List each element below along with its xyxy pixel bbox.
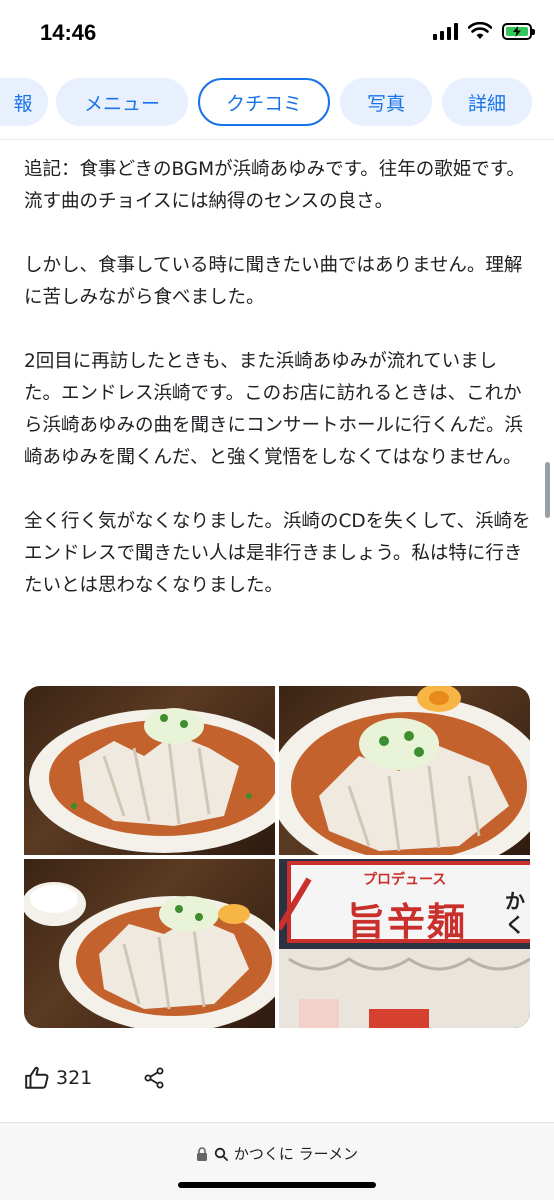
review-photo-ramen-2[interactable] <box>279 686 530 855</box>
storefront-sign-side: かく <box>505 889 525 937</box>
tab-details[interactable]: 詳細 <box>442 78 532 126</box>
review-paragraph: 2回目に再訪したときも、また浜崎あゆみが流れていました。エンドレス浜崎です。この… <box>24 351 523 468</box>
storefront-sign-main: 旨辛麺 <box>347 900 468 944</box>
review-photo-ramen-3[interactable] <box>24 859 275 1028</box>
review-paragraph: 追記：食事どきのBGMが浜崎あゆみです。往年の歌姫です。流す曲のチョイスには納得… <box>24 159 525 212</box>
lock-icon <box>196 1146 207 1161</box>
cellular-signal-icon <box>433 22 458 40</box>
review-photo-ramen-1[interactable] <box>24 686 275 855</box>
share-icon[interactable] <box>142 1066 166 1090</box>
review-photo-grid: プロデュース 旨辛麺 かく <box>24 686 530 1028</box>
scrollbar-thumb[interactable] <box>545 462 550 518</box>
thumbs-up-icon[interactable] <box>24 1065 50 1091</box>
tab-menu[interactable]: メニュー <box>56 78 188 126</box>
tab-reviews[interactable]: クチコミ <box>198 78 330 126</box>
tab-photos[interactable]: 写真 <box>340 78 432 126</box>
wifi-icon <box>468 22 492 39</box>
address-field[interactable]: かつくに ラーメン <box>0 1143 554 1164</box>
review-paragraph: しかし、食事している時に聞きたい曲ではありません。理解に苦しみながら食べました。 <box>24 255 523 308</box>
browser-address-bar: かつくに ラーメン <box>0 1122 554 1200</box>
tab-overview[interactable]: 報 <box>0 78 48 126</box>
review-photo-storefront[interactable]: プロデュース 旨辛麺 かく <box>279 859 530 1028</box>
battery-charging-icon <box>502 22 535 40</box>
review-text: 追記：食事どきのBGMが浜崎あゆみです。往年の歌姫です。流す曲のチョイスには納得… <box>24 154 534 634</box>
status-time: 14:46 <box>40 20 97 45</box>
home-indicator <box>178 1182 376 1188</box>
like-count: 321 <box>56 1067 93 1089</box>
review-actions: 321 <box>24 1060 166 1096</box>
storefront-sign-sub: プロデュース <box>363 872 447 888</box>
review-paragraph: 全く行く気がなくなりました。浜崎のCDを失くして、浜崎をエンドレスで聞きたい人は… <box>24 511 531 596</box>
search-icon <box>214 1147 228 1161</box>
place-tabs: 報 メニュー クチコミ 写真 詳細 <box>0 64 554 140</box>
status-bar: 14:46 <box>0 0 554 64</box>
address-text: かつくに ラーメン <box>233 1145 359 1163</box>
status-icons <box>433 22 535 40</box>
